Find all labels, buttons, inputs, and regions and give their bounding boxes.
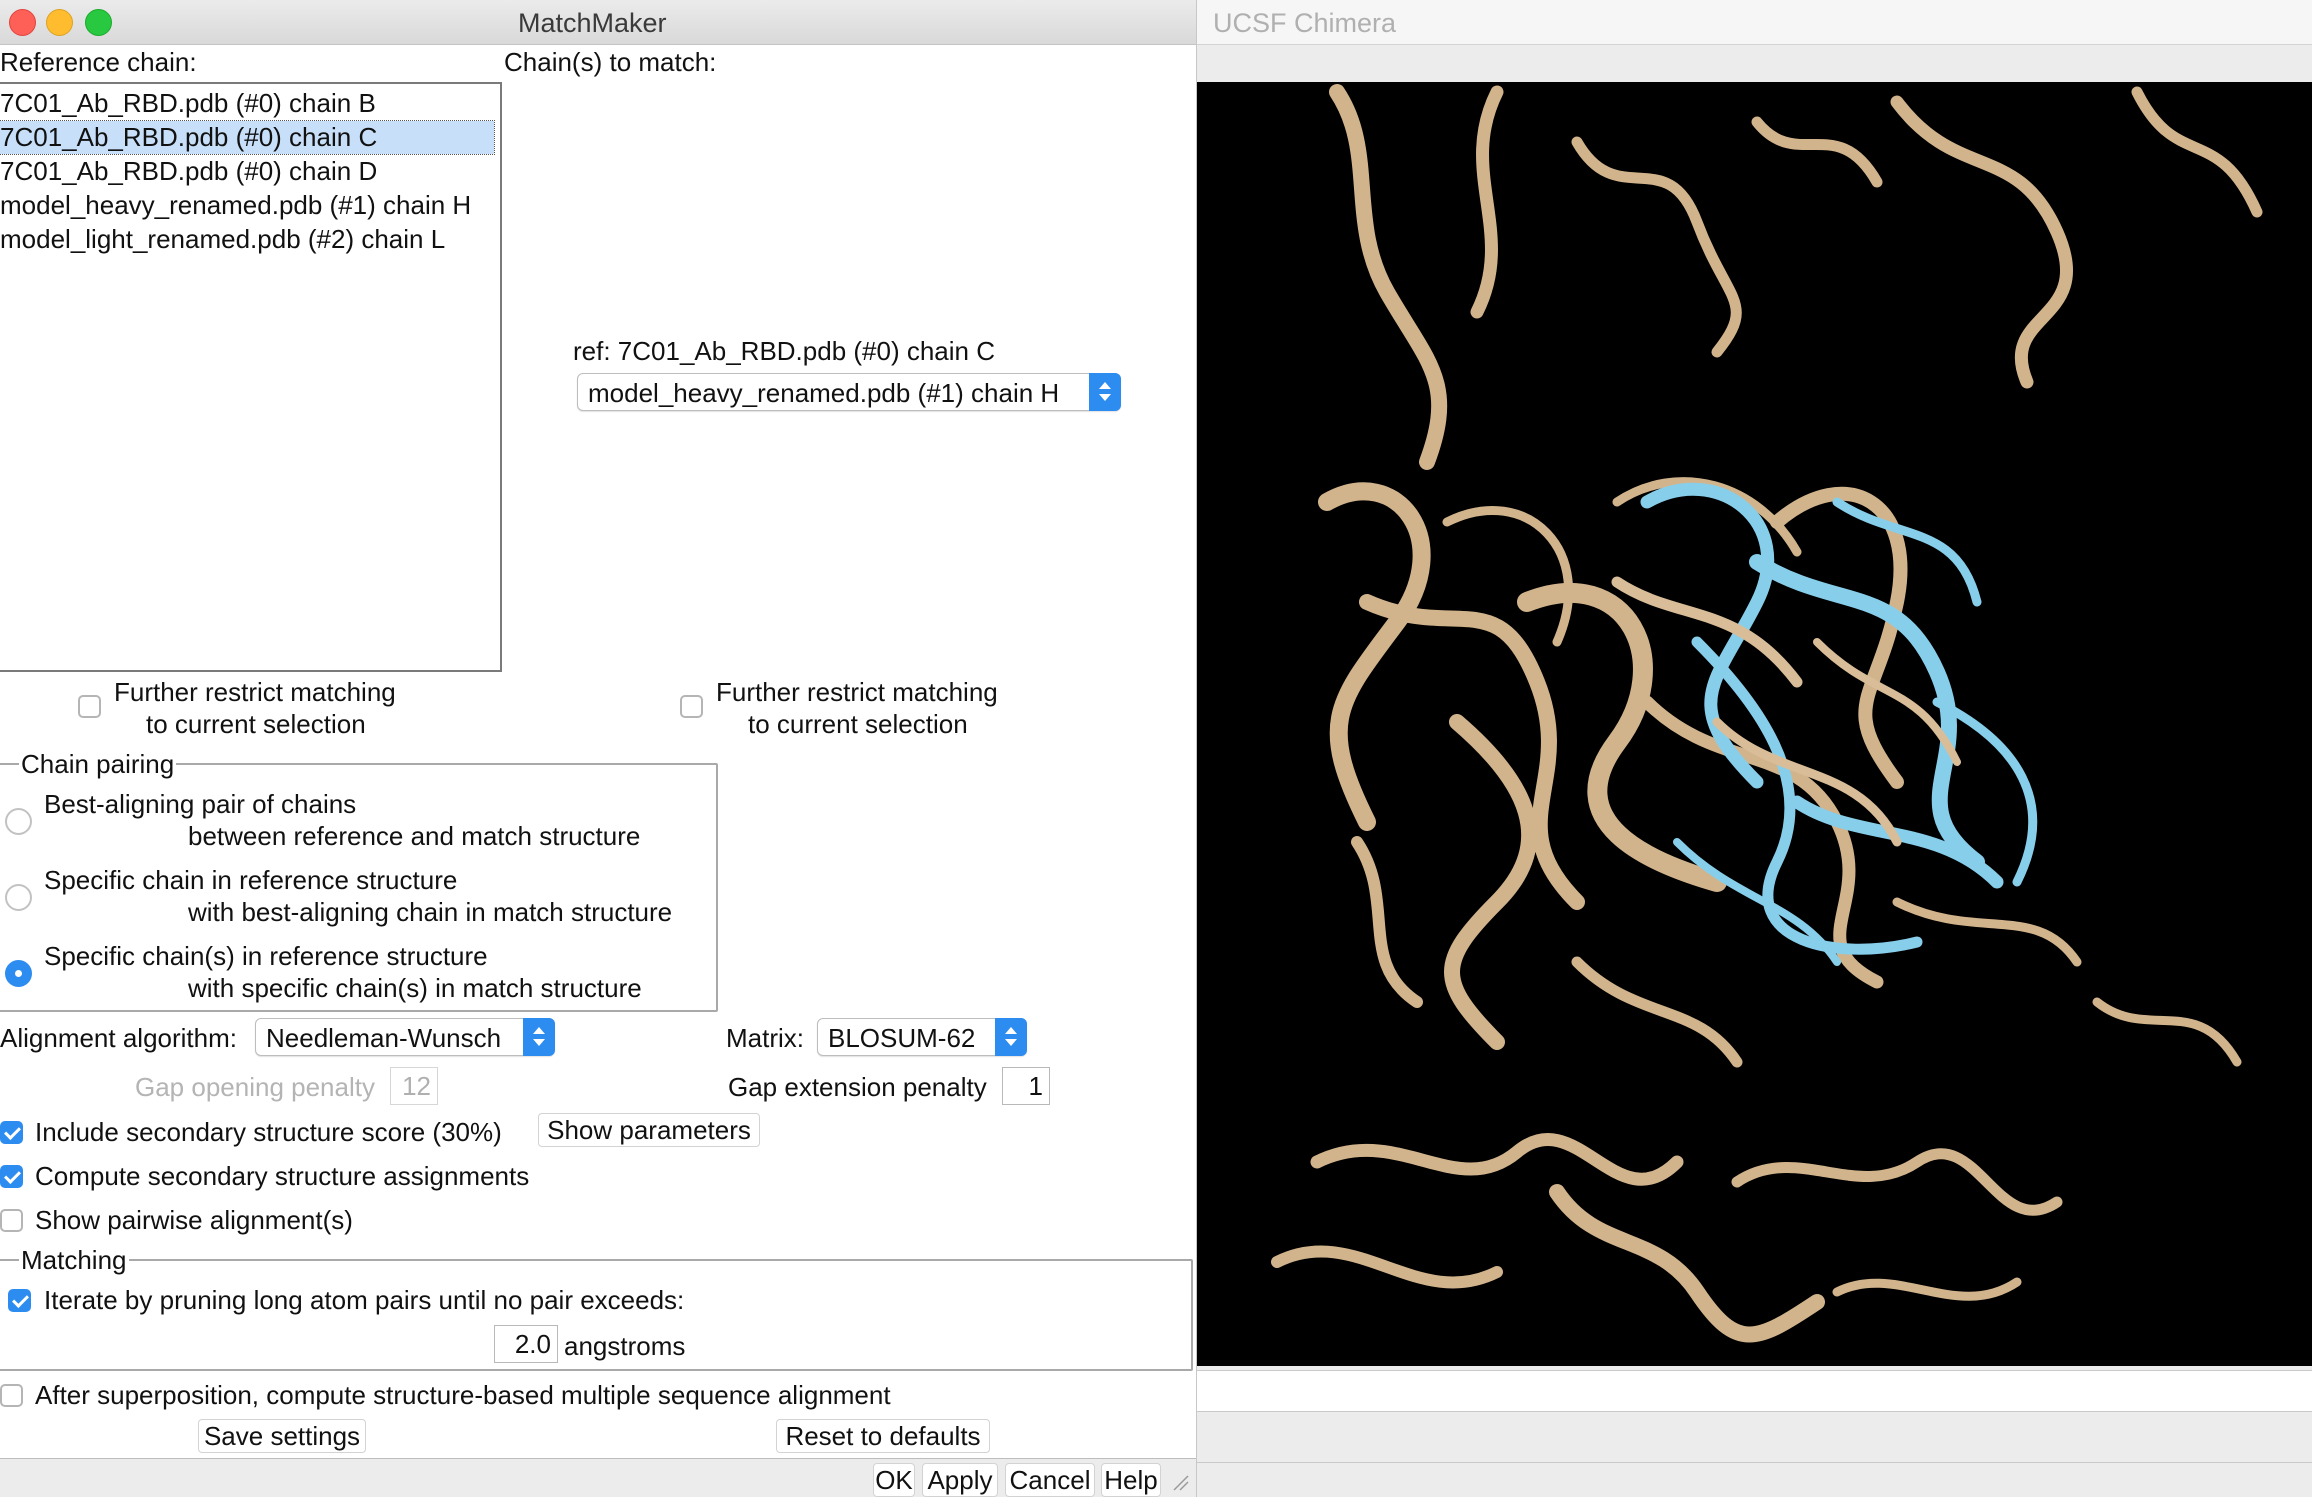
pairing-option-2-line2: with best-aligning chain in match struct… [188, 897, 673, 927]
reference-chain-item[interactable]: 7C01_Ab_RBD.pdb (#0) chain D [0, 155, 494, 188]
molecule-viewer[interactable] [1197, 82, 2312, 1366]
alignment-algorithm-popup[interactable]: Needleman-Wunsch [255, 1018, 555, 1056]
restrict-left-line2: to current selection [146, 709, 366, 739]
cutoff-unit-label: angstroms [564, 1331, 686, 1361]
resize-grip-icon[interactable] [1170, 1472, 1190, 1492]
dialog-button-bar: OK Apply Cancel Help [0, 1458, 1196, 1497]
show-pairwise-checkbox[interactable] [0, 1209, 23, 1232]
reference-chain-item[interactable]: model_light_renamed.pdb (#2) chain L [0, 223, 494, 256]
show-pairwise-label: Show pairwise alignment(s) [35, 1205, 353, 1235]
gap-extension-input[interactable]: 1 [1002, 1067, 1050, 1105]
close-window-button[interactable] [9, 9, 36, 36]
help-button[interactable]: Help [1101, 1463, 1161, 1497]
chimera-title: UCSF Chimera [1213, 8, 1397, 38]
matrix-popup[interactable]: BLOSUM-62 [817, 1018, 1027, 1056]
window-title: MatchMaker [518, 8, 667, 38]
restrict-right-line2: to current selection [748, 709, 968, 739]
restrict-left-line1: Further restrict matching [114, 677, 396, 707]
reference-chain-label: Reference chain: [0, 47, 197, 77]
include-ss-label: Include secondary structure score (30%) [35, 1117, 502, 1147]
zoom-window-button[interactable] [85, 9, 112, 36]
restrict-right-checkbox[interactable] [680, 695, 703, 718]
alignment-algorithm-value: Needleman-Wunsch [266, 1023, 502, 1053]
pairing-option-3-line2: with specific chain(s) in match structur… [188, 973, 642, 1003]
ok-button[interactable]: OK [873, 1463, 915, 1497]
reference-chain-item[interactable]: 7C01_Ab_RBD.pdb (#0) chain B [0, 87, 494, 120]
compute-ss-checkbox[interactable] [0, 1165, 23, 1188]
pairing-option-2-line1: Specific chain in reference structure [44, 865, 458, 895]
alignment-algorithm-label: Alignment algorithm: [0, 1023, 237, 1053]
pairing-radio-best-aligning[interactable] [5, 808, 32, 835]
matching-title: Matching [19, 1245, 129, 1275]
matchmaker-titlebar: MatchMaker [0, 0, 1196, 45]
cancel-button[interactable]: Cancel [1005, 1463, 1095, 1497]
popup-stepper-icon [1089, 373, 1121, 411]
pairing-option-1-line1: Best-aligning pair of chains [44, 789, 357, 819]
popup-stepper-icon [523, 1018, 555, 1056]
cutoff-input[interactable]: 2.0 [494, 1325, 558, 1363]
chain-pairing-title: Chain pairing [19, 749, 177, 779]
save-settings-button[interactable]: Save settings [198, 1419, 366, 1453]
pairing-radio-specific-ref[interactable] [5, 884, 32, 911]
match-chain-popup[interactable]: model_heavy_renamed.pdb (#1) chain H [577, 373, 1121, 411]
iterate-label: Iterate by pruning long atom pairs until… [44, 1285, 685, 1315]
chimera-titlebar: UCSF Chimera [1197, 0, 2312, 45]
pairing-radio-specific-both[interactable] [5, 960, 32, 987]
pairing-option-3-line1: Specific chain(s) in reference structure [44, 941, 488, 971]
popup-stepper-icon [995, 1018, 1027, 1056]
reference-chain-list[interactable]: 7C01_Ab_RBD.pdb (#0) chain B 7C01_Ab_RBD… [0, 82, 502, 672]
minimize-window-button[interactable] [46, 9, 73, 36]
iterate-checkbox[interactable] [8, 1289, 31, 1312]
ref-chain-text: ref: 7C01_Ab_RBD.pdb (#0) chain C [573, 336, 996, 366]
chimera-window: UCSF Chimera [1196, 0, 2312, 1497]
gap-opening-input[interactable]: 12 [390, 1067, 438, 1105]
after-superposition-checkbox[interactable] [0, 1384, 23, 1407]
after-superposition-label: After superposition, compute structure-b… [35, 1380, 891, 1410]
apply-button[interactable]: Apply [922, 1463, 998, 1497]
compute-ss-label: Compute secondary structure assignments [35, 1161, 530, 1191]
chimera-command-line[interactable] [1197, 1412, 2312, 1463]
reference-chain-item[interactable]: model_heavy_renamed.pdb (#1) chain H [0, 189, 494, 222]
pairing-option-1-line2: between reference and match structure [188, 821, 641, 851]
gap-extension-label: Gap extension penalty [728, 1072, 987, 1102]
reset-defaults-button[interactable]: Reset to defaults [776, 1419, 990, 1453]
chains-to-match-label: Chain(s) to match: [504, 47, 717, 77]
protein-ribbon-graphic [1271, 84, 2263, 1343]
chimera-status-line [1197, 1370, 2312, 1412]
include-ss-checkbox[interactable] [0, 1121, 23, 1144]
restrict-right-line1: Further restrict matching [716, 677, 998, 707]
matchmaker-window: MatchMaker Reference chain: Chain(s) to … [0, 0, 1196, 1497]
gap-opening-label: Gap opening penalty [135, 1072, 375, 1102]
reference-chain-item-selected[interactable]: 7C01_Ab_RBD.pdb (#0) chain C [0, 120, 495, 155]
show-parameters-button[interactable]: Show parameters [538, 1113, 760, 1147]
match-chain-value: model_heavy_renamed.pdb (#1) chain H [588, 378, 1060, 408]
matrix-label: Matrix: [726, 1023, 804, 1053]
matrix-value: BLOSUM-62 [828, 1023, 976, 1053]
restrict-left-checkbox[interactable] [78, 695, 101, 718]
